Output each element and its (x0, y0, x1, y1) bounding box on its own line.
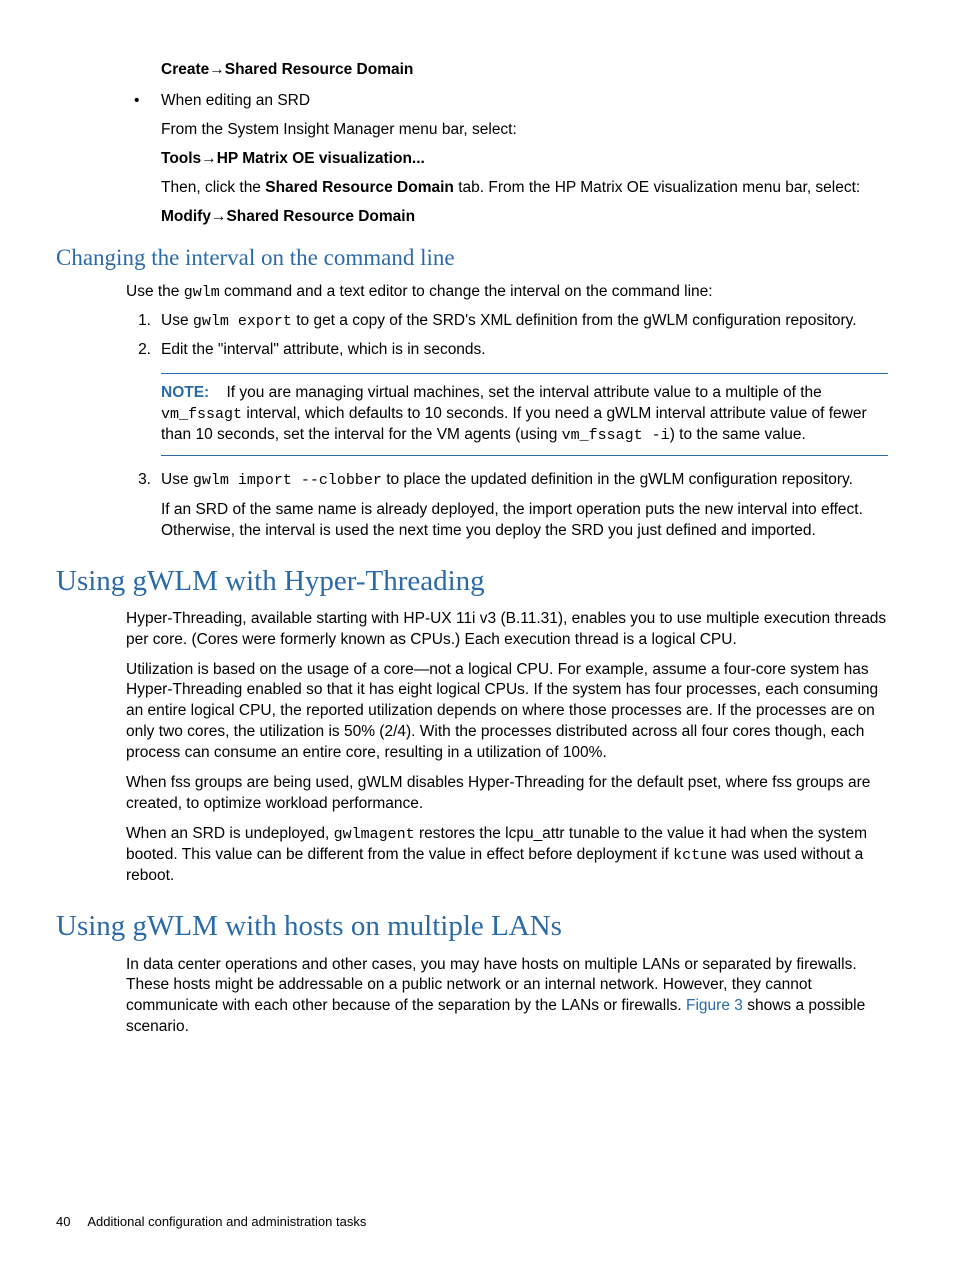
figure-link[interactable]: Figure 3 (686, 997, 743, 1014)
page-number: 40 (56, 1214, 70, 1229)
text-fragment: command and a text editor to change the … (220, 283, 713, 300)
step-number: 1. (126, 311, 161, 332)
text-fragment: Use the (126, 283, 184, 300)
arrow-icon: → (201, 150, 217, 167)
text-fragment: tab. From the HP Matrix OE visualization… (454, 179, 860, 196)
menu-create-suffix: Shared Resource Domain (225, 61, 414, 78)
step-content: Use gwlm import --clobber to place the u… (161, 470, 888, 491)
command-text: gwlm (184, 284, 220, 301)
heading-hyper-threading: Using gWLM with Hyper-Threading (56, 562, 898, 601)
command-text: gwlmagent (334, 826, 415, 843)
text-fragment: Use (161, 471, 193, 488)
paragraph: Utilization is based on the usage of a c… (126, 660, 898, 765)
list-item: 2. Edit the "interval" attribute, which … (126, 340, 898, 361)
arrow-icon: → (211, 208, 227, 225)
tab-name: Shared Resource Domain (265, 179, 454, 196)
intro-paragraph: Use the gwlm command and a text editor t… (126, 282, 898, 303)
menu-create-prefix: Create (161, 61, 209, 78)
menu-modify-suffix: Shared Resource Domain (226, 208, 415, 225)
paragraph: In data center operations and other case… (126, 955, 898, 1039)
menu-path-create: Create→Shared Resource Domain (161, 60, 898, 81)
menu-path-tools: Tools→HP Matrix OE visualization... (161, 149, 888, 170)
heading-multiple-lans: Using gWLM with hosts on multiple LANs (56, 907, 898, 946)
step-subtext: If an SRD of the same name is already de… (161, 500, 888, 542)
page-footer: 40 Additional configuration and administ… (56, 1213, 366, 1231)
command-text: gwlm export (193, 313, 292, 330)
text-fragment: to get a copy of the SRD's XML definitio… (292, 312, 857, 329)
bullet-icon: • (126, 91, 161, 228)
list-item: 1. Use gwlm export to get a copy of the … (126, 311, 898, 332)
menu-modify-prefix: Modify (161, 208, 211, 225)
command-text: kctune (673, 847, 727, 864)
menu-tools-prefix: Tools (161, 150, 201, 167)
step-number: 3. (126, 470, 161, 541)
note-label: NOTE: (161, 384, 209, 401)
bullet-subtext-2: Then, click the Shared Resource Domain t… (161, 178, 888, 199)
command-text: vm_fssagt (161, 406, 242, 423)
paragraph: Hyper-Threading, available starting with… (126, 609, 898, 651)
bullet-text: When editing an SRD (161, 91, 888, 112)
bullet-subtext: From the System Insight Manager menu bar… (161, 120, 888, 141)
footer-text: Additional configuration and administrat… (87, 1214, 366, 1229)
paragraph: When fss groups are being used, gWLM dis… (126, 773, 898, 815)
text-fragment: When an SRD is undeployed, (126, 825, 334, 842)
text-fragment: to place the updated definition in the g… (382, 471, 853, 488)
menu-path-modify: Modify→Shared Resource Domain (161, 207, 888, 228)
step-content: Edit the "interval" attribute, which is … (161, 340, 898, 361)
heading-changing-interval: Changing the interval on the command lin… (56, 242, 898, 273)
step-number: 2. (126, 340, 161, 361)
list-item: • When editing an SRD From the System In… (126, 91, 898, 228)
command-text: vm_fssagt -i (562, 427, 670, 444)
step-content: Use gwlm export to get a copy of the SRD… (161, 311, 898, 332)
text-fragment: Then, click the (161, 179, 265, 196)
text-fragment: Use (161, 312, 193, 329)
list-item: 3. Use gwlm import --clobber to place th… (126, 470, 898, 541)
text-fragment: ) to the same value. (670, 426, 806, 443)
menu-tools-suffix: HP Matrix OE visualization... (217, 150, 425, 167)
note-box: NOTE: If you are managing virtual machin… (161, 373, 888, 456)
arrow-icon: → (209, 61, 225, 78)
paragraph: When an SRD is undeployed, gwlmagent res… (126, 824, 898, 887)
command-text: gwlm import --clobber (193, 472, 382, 489)
text-fragment: If you are managing virtual machines, se… (226, 384, 821, 401)
